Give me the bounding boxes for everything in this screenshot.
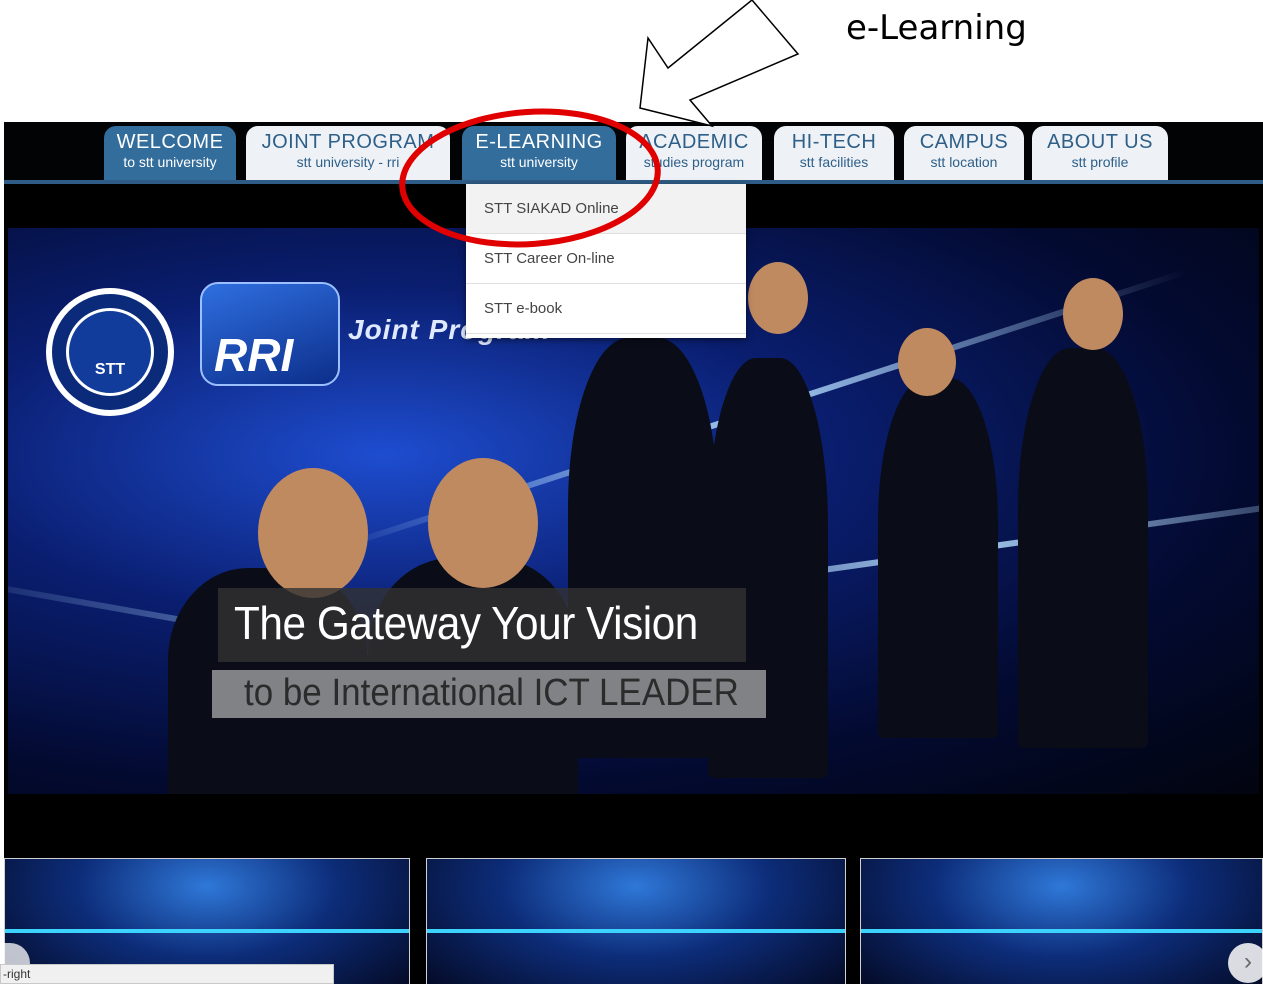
tab-welcome[interactable]: WELCOME to stt university [104,126,236,180]
tab-welcome-title: WELCOME [116,131,224,153]
website: WELCOME to stt university JOINT PROGRAM … [4,122,1263,984]
tab-e-learning-title: E-LEARNING [475,131,603,153]
thumbnail-glow [861,929,1262,933]
person-head [428,458,538,588]
person-head [748,262,808,334]
annotation-arrow-icon [639,0,800,128]
person-figure [878,378,998,738]
person-figure [1018,348,1148,748]
main-navigation: WELCOME to stt university JOINT PROGRAM … [4,122,1263,184]
tab-academic[interactable]: ACADEMIC studies program [626,126,762,180]
tab-hi-tech-title: HI-TECH [791,131,877,153]
thumbnail-media[interactable] [426,858,846,984]
tab-campus-subtitle: stt location [930,154,998,170]
hero-subcaption: to be International ICT LEADER [244,672,739,714]
tab-academic-subtitle: studies program [643,154,745,170]
stt-logo: STT [46,288,174,416]
tab-hi-tech-subtitle: stt facilities [799,154,869,170]
thumbnail-glow [5,929,409,933]
tab-joint-program-subtitle: stt university - rri [296,154,400,170]
tab-hi-tech[interactable]: HI-TECH stt facilities [774,126,894,180]
e-learning-dropdown-menu: STT SIAKAD Online STT Career On-line STT… [466,184,746,338]
menu-item-e-book[interactable]: STT e-book [466,284,746,334]
tab-e-learning-subtitle: stt university [500,154,578,170]
menu-item-siakad-online[interactable]: STT SIAKAD Online [466,184,746,234]
thumbnail-glow [427,929,845,933]
person-head [898,328,956,396]
tab-academic-title: ACADEMIC [639,131,749,153]
tab-campus[interactable]: CAMPUS stt location [904,126,1024,180]
tab-about-us-subtitle: stt profile [1071,154,1129,170]
person-head [1063,278,1123,350]
menu-item-career-online[interactable]: STT Career On-line [466,234,746,284]
tab-about-us-title: ABOUT US [1047,131,1153,153]
stt-logo-emblem: STT [66,308,154,396]
tab-e-learning[interactable]: E-LEARNING stt university [462,126,616,180]
thumbnail-campus[interactable] [860,858,1263,984]
tab-campus-title: CAMPUS [919,131,1009,153]
browser-status-bar: -right [0,964,334,984]
hero-caption: The Gateway Your Vision [234,597,698,649]
tab-joint-program-title: JOINT PROGRAM [261,131,435,153]
rri-logo: RRI [200,282,340,386]
person-head [258,468,368,598]
carousel-next-button[interactable]: › [1228,943,1263,983]
annotation-label: e-Learning [846,8,1027,48]
tab-welcome-subtitle: to stt university [123,154,217,170]
tab-joint-program[interactable]: JOINT PROGRAM stt university - rri [246,126,450,180]
rri-logo-text: RRI [214,329,294,381]
tab-about-us[interactable]: ABOUT US stt profile [1032,126,1168,180]
